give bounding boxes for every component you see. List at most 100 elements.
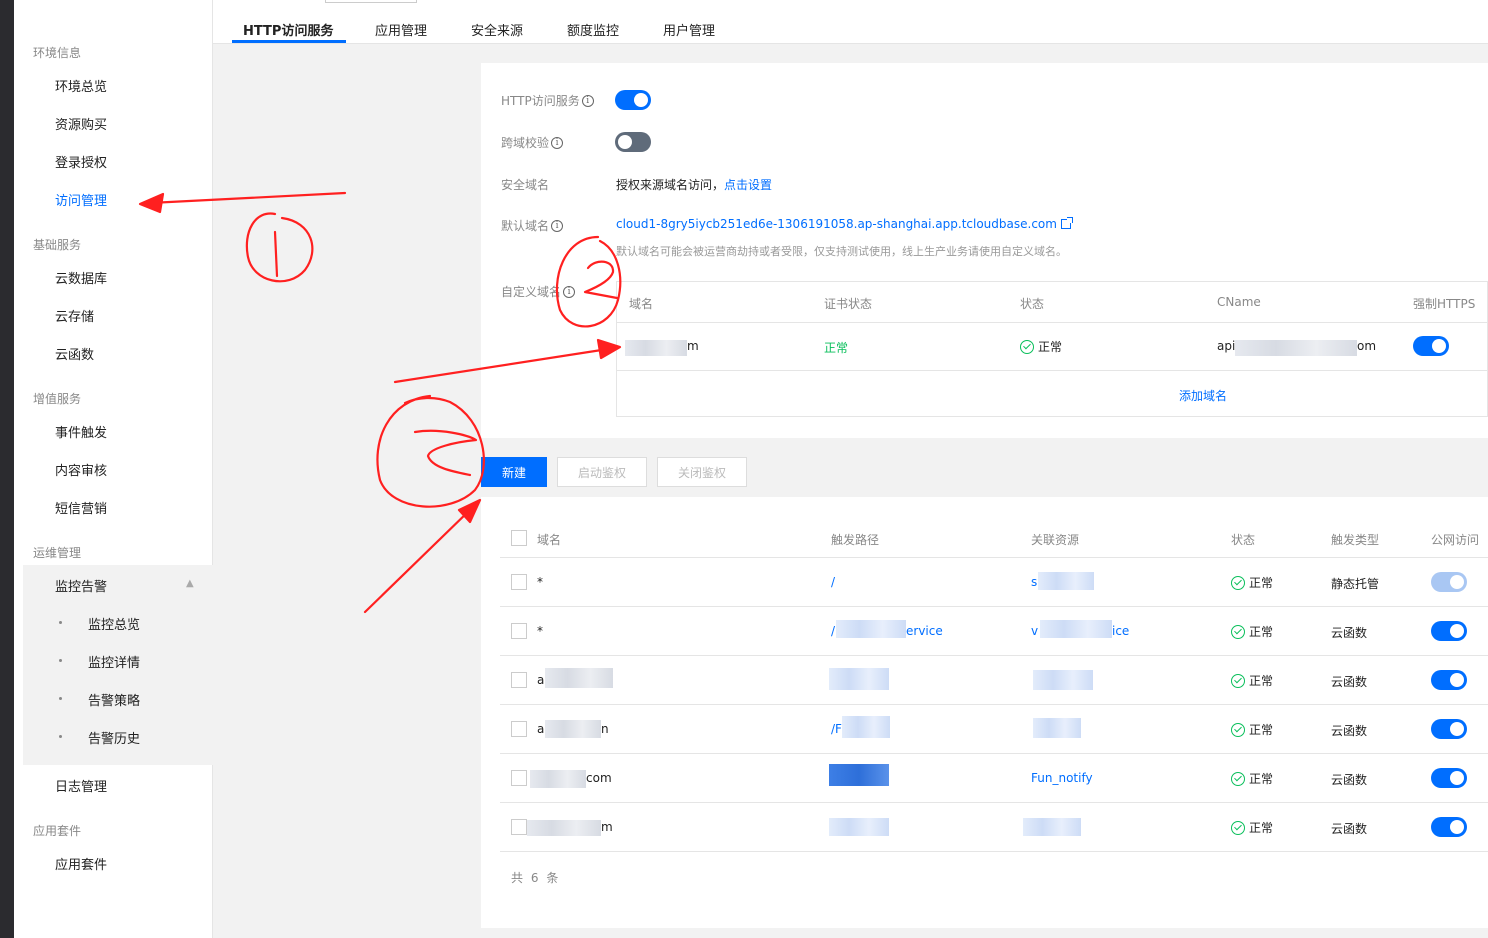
row-checkbox[interactable] xyxy=(511,623,527,639)
row-checkbox[interactable] xyxy=(511,721,527,737)
external-link-icon[interactable] xyxy=(1060,217,1073,229)
public-access-toggle[interactable] xyxy=(1431,719,1467,739)
nav-functions[interactable]: 云函数 xyxy=(55,344,94,363)
redacted-domain xyxy=(527,820,601,836)
route-domain-tail: com xyxy=(586,771,612,785)
add-domain-link[interactable]: 添加域名 xyxy=(1179,387,1227,404)
bullet-icon xyxy=(59,697,62,700)
nav-monitor-alarm[interactable]: 监控告警 xyxy=(55,576,107,595)
divider xyxy=(500,655,1488,656)
section-title-basic: 基础服务 xyxy=(33,238,82,252)
public-access-toggle[interactable] xyxy=(1431,768,1467,788)
col-trigger-type: 触发类型 xyxy=(1331,533,1380,547)
route-status: 正常 xyxy=(1231,623,1273,640)
nav-storage[interactable]: 云存储 xyxy=(55,306,94,325)
custom-domain-label: 自定义域名 i xyxy=(501,283,576,300)
row-checkbox[interactable] xyxy=(511,574,527,590)
tab-safe-source[interactable]: 安全来源 xyxy=(471,20,523,39)
public-access-toggle[interactable] xyxy=(1431,670,1467,690)
select-all-checkbox[interactable] xyxy=(511,530,527,546)
active-tab-indicator xyxy=(232,40,346,43)
public-access-toggle[interactable] xyxy=(1431,817,1467,837)
divider xyxy=(617,370,1488,371)
default-domain-link[interactable]: cloud1-8gry5iycb251ed6e-1306191058.ap-sh… xyxy=(616,217,1073,231)
row-checkbox[interactable] xyxy=(511,672,527,688)
redacted-domain xyxy=(625,340,687,356)
dark-rail xyxy=(0,0,14,938)
cors-toggle[interactable] xyxy=(615,132,651,152)
divider xyxy=(500,704,1488,705)
check-circle-icon xyxy=(1020,339,1034,354)
tab-user-management[interactable]: 用户管理 xyxy=(663,20,715,39)
force-https-toggle[interactable] xyxy=(1413,336,1449,356)
route-type: 云函数 xyxy=(1331,822,1368,836)
divider xyxy=(500,851,1488,852)
route-type: 云函数 xyxy=(1331,773,1368,787)
bullet-icon xyxy=(59,659,62,662)
route-type: 云函数 xyxy=(1331,626,1368,640)
safe-domain-text: 授权来源域名访问，点击设置 xyxy=(616,178,773,192)
nav-env-overview[interactable]: 环境总览 xyxy=(55,76,107,95)
route-path-tail[interactable]: ervice xyxy=(906,624,943,638)
nav-alarm-history[interactable]: 告警历史 xyxy=(88,728,140,747)
disable-auth-button[interactable]: 关闭鉴权 xyxy=(657,457,747,487)
route-path[interactable]: /F xyxy=(831,722,842,736)
nav-log-management[interactable]: 日志管理 xyxy=(55,776,107,795)
redacted-path xyxy=(836,620,906,638)
top-edge-fragment xyxy=(325,0,417,3)
divider xyxy=(617,322,1488,323)
tab-bar: HTTP访问服务 应用管理 安全来源 额度监控 用户管理 xyxy=(213,0,1488,44)
nav-login-auth[interactable]: 登录授权 xyxy=(55,152,107,171)
nav-content-review[interactable]: 内容审核 xyxy=(55,460,107,479)
public-access-toggle[interactable] xyxy=(1431,621,1467,641)
info-icon[interactable]: i xyxy=(563,285,576,298)
tab-app-management[interactable]: 应用管理 xyxy=(375,20,427,39)
route-path[interactable]: / xyxy=(831,624,835,638)
nav-alarm-policy[interactable]: 告警策略 xyxy=(88,690,140,709)
safe-domain-setting-link[interactable]: 点击设置 xyxy=(724,178,772,192)
route-resource[interactable]: Fun_notify xyxy=(1031,771,1093,785)
safe-domain-label: 安全域名 xyxy=(501,178,550,192)
redacted-domain xyxy=(530,770,586,788)
section-title-suite: 应用套件 xyxy=(33,824,82,838)
check-circle-icon xyxy=(1231,673,1245,688)
info-icon[interactable]: i xyxy=(551,219,564,232)
route-resource-tail[interactable]: ice xyxy=(1112,624,1129,638)
cname-tail: om xyxy=(1357,339,1377,353)
route-domain: * xyxy=(537,624,543,638)
route-domain: * xyxy=(537,575,543,589)
route-resource[interactable]: s xyxy=(1031,575,1037,589)
public-access-toggle[interactable] xyxy=(1431,572,1467,592)
cert-status-value: 正常 xyxy=(824,341,849,355)
nav-access-management[interactable]: 访问管理 xyxy=(55,190,107,209)
section-title-ops: 运维管理 xyxy=(33,546,82,560)
nav-sms-marketing[interactable]: 短信营销 xyxy=(55,498,107,517)
nav-app-suite[interactable]: 应用套件 xyxy=(55,854,107,873)
http-service-label: HTTP访问服务 i xyxy=(501,92,594,109)
redacted-path xyxy=(829,818,889,836)
nav-event-trigger[interactable]: 事件触发 xyxy=(55,422,107,441)
tab-http-service[interactable]: HTTP访问服务 xyxy=(243,20,333,39)
nav-database[interactable]: 云数据库 xyxy=(55,268,107,287)
default-domain-label: 默认域名 i xyxy=(501,217,564,234)
route-path[interactable]: / xyxy=(831,575,835,589)
enable-auth-button[interactable]: 启动鉴权 xyxy=(557,457,647,487)
nav-monitor-overview[interactable]: 监控总览 xyxy=(88,614,140,633)
row-checkbox[interactable] xyxy=(511,819,527,835)
annotation-digit-3 xyxy=(413,429,478,477)
new-button[interactable]: 新建 xyxy=(481,457,547,487)
nav-resource-purchase[interactable]: 资源购买 xyxy=(55,114,107,133)
annotation-circle-3 xyxy=(376,394,485,508)
chevron-up-icon[interactable]: ▲ xyxy=(186,578,194,589)
route-resource[interactable]: v xyxy=(1031,624,1038,638)
nav-monitor-detail[interactable]: 监控详情 xyxy=(88,652,140,671)
tab-quota-monitor[interactable]: 额度监控 xyxy=(567,20,619,39)
info-icon[interactable]: i xyxy=(581,94,594,107)
divider xyxy=(500,606,1488,607)
row-checkbox[interactable] xyxy=(511,770,527,786)
http-service-toggle[interactable] xyxy=(615,90,651,110)
domain-status: 正常 xyxy=(1020,338,1062,355)
info-icon[interactable]: i xyxy=(551,136,564,149)
divider xyxy=(500,753,1488,754)
redacted-resource xyxy=(1033,670,1093,690)
